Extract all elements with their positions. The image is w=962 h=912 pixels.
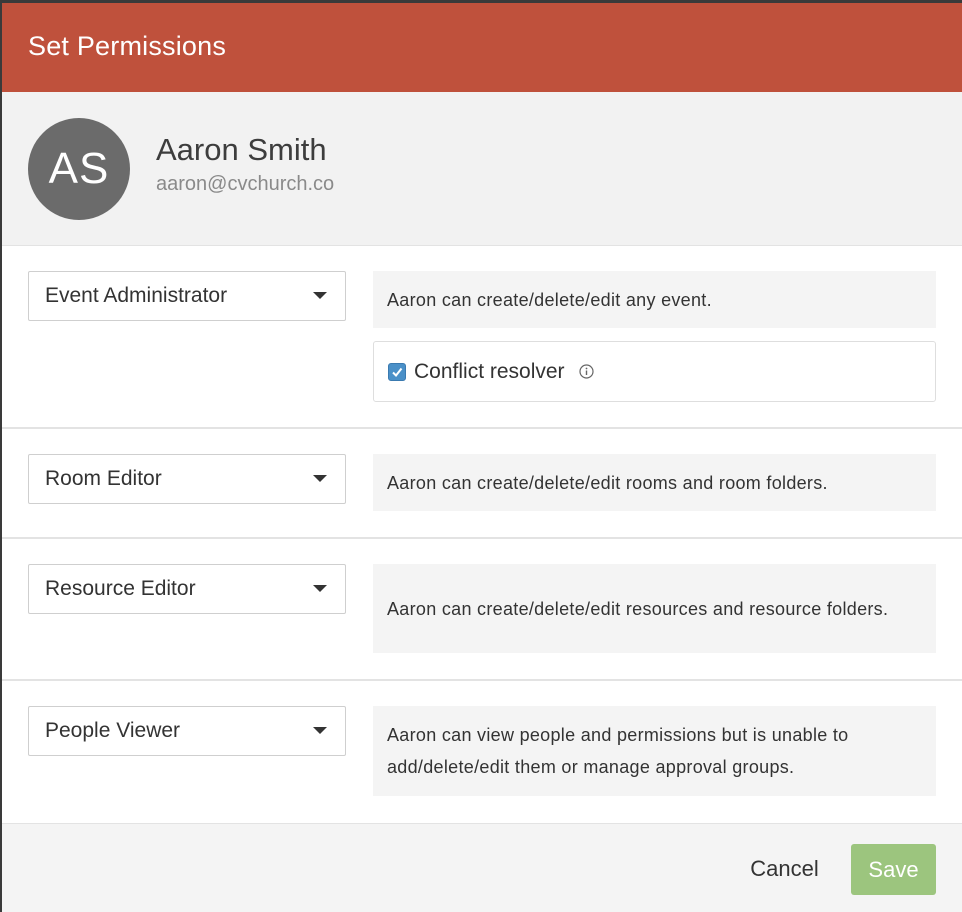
room-role-description: Aaron can create/delete/edit rooms and r…: [373, 454, 936, 511]
user-name: Aaron Smith: [156, 132, 327, 168]
caret-down-icon: [313, 475, 327, 482]
resource-role-description: Aaron can create/delete/edit resources a…: [373, 564, 936, 653]
user-email: aaron@cvchurch.co: [156, 172, 335, 195]
permission-row-people: People Viewer Aaron can view people and …: [2, 681, 962, 823]
save-button[interactable]: Save: [851, 844, 936, 895]
modal-header: Set Permissions: [2, 3, 962, 92]
permission-row-events: Event Administrator Aaron can create/del…: [2, 246, 962, 429]
cancel-button[interactable]: Cancel: [732, 844, 837, 894]
permission-row-resources: Resource Editor Aaron can create/delete/…: [2, 539, 962, 681]
permission-row-rooms: Room Editor Aaron can create/delete/edit…: [2, 429, 962, 539]
event-role-description: Aaron can create/delete/edit any event.: [373, 271, 936, 328]
avatar: AS: [28, 117, 130, 220]
event-role-select[interactable]: Event Administrator: [28, 271, 346, 321]
room-role-select[interactable]: Room Editor: [28, 454, 346, 504]
resource-role-description-text: Aaron can create/delete/edit resources a…: [387, 598, 889, 619]
modal-title: Set Permissions: [28, 31, 227, 61]
checkmark-icon: [392, 367, 403, 377]
event-role-description-text: Aaron can create/delete/edit any event.: [387, 289, 712, 310]
people-role-select[interactable]: People Viewer: [28, 706, 346, 756]
people-role-select-value: People Viewer: [45, 719, 181, 742]
user-info: Aaron Smith aaron@cvchurch.co: [156, 131, 334, 195]
caret-down-icon: [313, 727, 327, 734]
caret-down-icon: [313, 292, 327, 299]
modal-footer: Cancel Save: [2, 823, 962, 912]
room-role-select-value: Room Editor: [45, 467, 162, 490]
resource-role-select[interactable]: Resource Editor: [28, 564, 346, 614]
people-role-description-text: Aaron can view people and permissions bu…: [387, 725, 849, 777]
conflict-resolver-label: Conflict resolver: [414, 359, 565, 383]
event-role-select-value: Event Administrator: [45, 284, 228, 307]
caret-down-icon: [313, 585, 327, 592]
user-panel: AS Aaron Smith aaron@cvchurch.co: [2, 92, 962, 246]
info-icon[interactable]: [578, 364, 594, 379]
set-permissions-modal: Set Permissions AS Aaron Smith aaron@cvc…: [2, 3, 962, 912]
resource-role-select-value: Resource Editor: [45, 577, 196, 600]
room-role-description-text: Aaron can create/delete/edit rooms and r…: [387, 472, 828, 493]
conflict-resolver-option: Conflict resolver: [373, 341, 936, 402]
conflict-resolver-checkbox[interactable]: [388, 362, 406, 381]
people-role-description: Aaron can view people and permissions bu…: [373, 706, 936, 796]
